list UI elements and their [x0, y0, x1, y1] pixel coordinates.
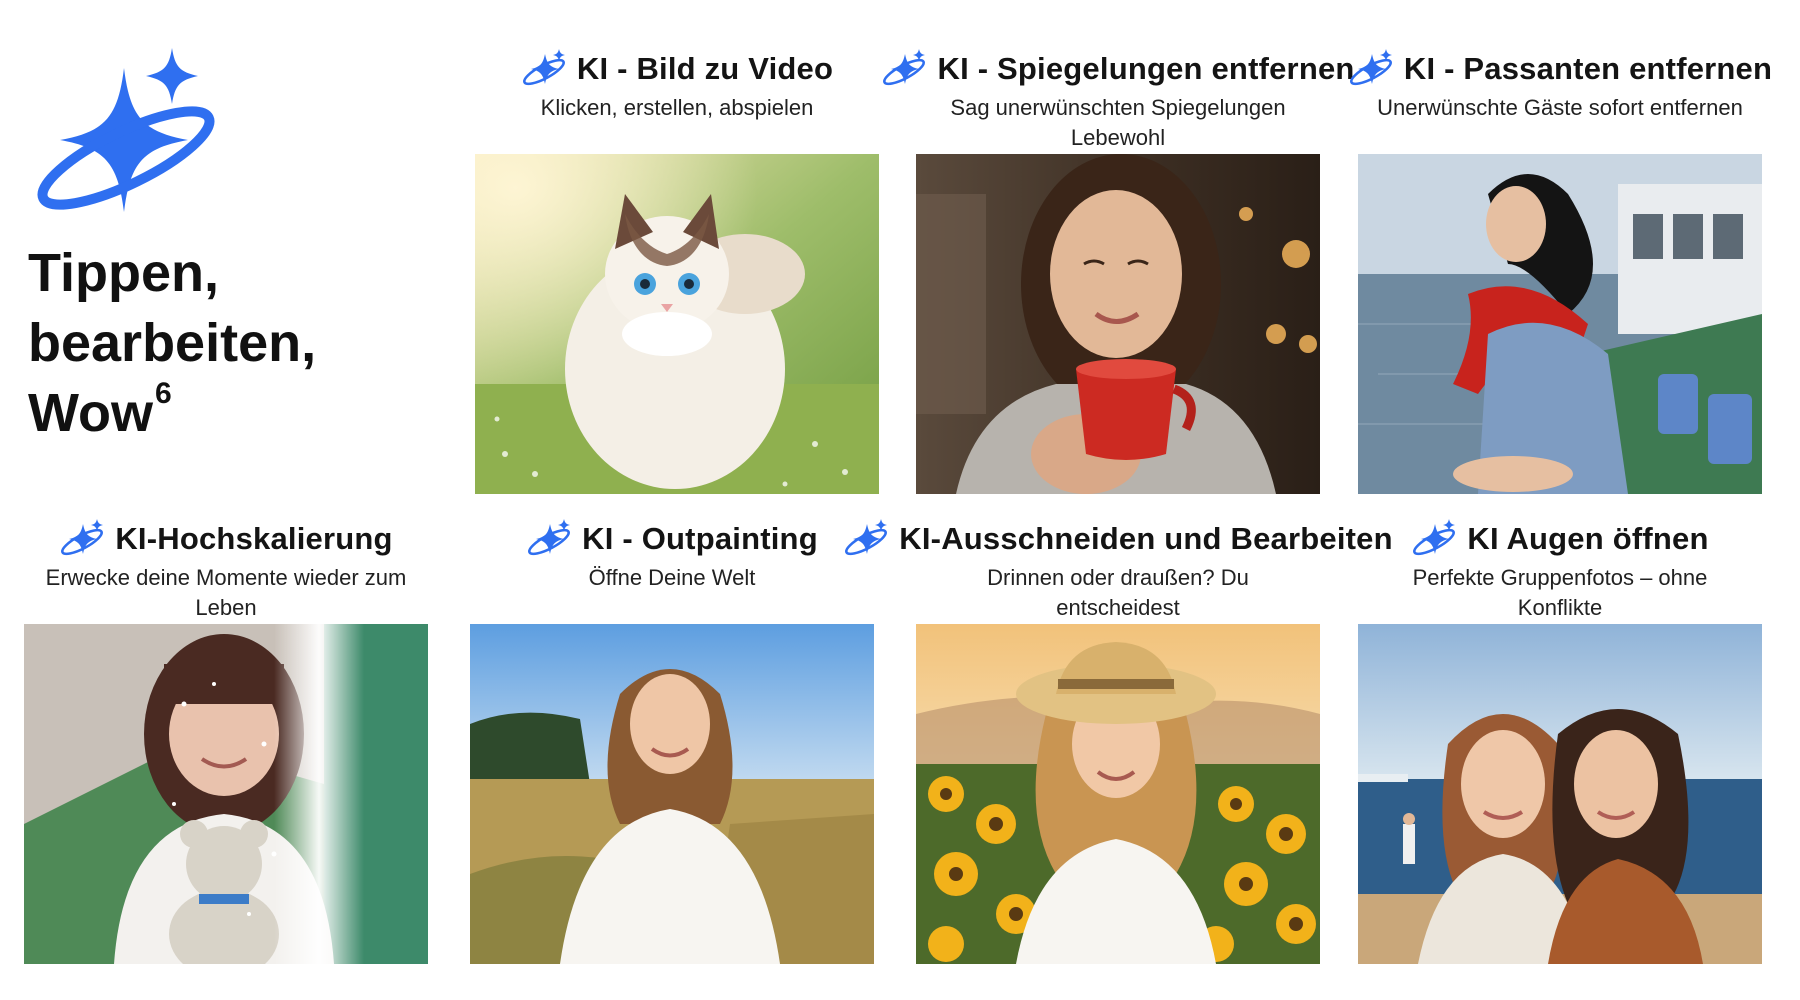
feature-card-image-to-video[interactable]: KI - Bild zu Video Klicken, erstellen, a… [475, 47, 879, 494]
ai-sparkle-orbit-icon [37, 48, 215, 212]
feature-card-outpainting[interactable]: KI - Outpainting Öffne Deine Welt [470, 517, 874, 964]
feature-header: KI - Passanten entfernen [1358, 47, 1772, 91]
feature-header: KI - Bild zu Video [475, 47, 879, 91]
feature-header: KI-Ausschneiden und Bearbeiten [916, 517, 1393, 561]
woman-in-field-photo [470, 624, 874, 964]
feature-subtitle: Sag unerwünschten Spiegelungen Lebewohl [950, 95, 1286, 150]
title-line-1: Tippen, [28, 243, 220, 303]
two-women-at-beach-photo [1358, 624, 1762, 964]
feature-title: KI - Passanten entfernen [1403, 51, 1773, 86]
title-line-2: bearbeiten, [28, 313, 317, 373]
feature-subtitle: Perfekte Gruppenfotos – ohne Konflikte [1412, 565, 1708, 620]
feature-header: KI - Outpainting [470, 517, 874, 561]
feature-card-remove-reflections[interactable]: KI - Spiegelungen entfernen Sag unerwüns… [916, 47, 1354, 494]
ai-sparkle-icon [521, 47, 571, 91]
page-title: Tippen, bearbeiten, Wow6 [28, 238, 316, 448]
feature-card-upscaling[interactable]: KI-Hochskalierung Erwecke deine Momente … [24, 517, 428, 964]
ai-sparkle-icon [1411, 517, 1461, 561]
feature-subtitle: Klicken, erstellen, abspielen [540, 95, 814, 120]
feature-title: KI-Ausschneiden und Bearbeiten [899, 521, 1393, 556]
woman-with-red-cup-photo [916, 154, 1320, 494]
ai-sparkle-icon [526, 517, 576, 561]
feature-subtitle: Erwecke deine Momente wieder zum Leben [45, 565, 407, 620]
feature-header: KI-Hochskalierung [24, 517, 428, 561]
feature-title: KI - Spiegelungen entfernen [937, 51, 1355, 86]
feature-card-cutout-and-edit[interactable]: KI-Ausschneiden und Bearbeiten Drinnen o… [916, 517, 1393, 964]
feature-card-open-eyes[interactable]: KI Augen öffnen Perfekte Gruppenfotos – … [1358, 517, 1762, 964]
cat-in-meadow-photo [475, 154, 879, 494]
feature-header: KI - Spiegelungen entfernen [916, 47, 1354, 91]
feature-title: KI - Bild zu Video [576, 51, 834, 86]
ai-sparkle-icon [881, 47, 931, 91]
girl-in-sunflower-field-photo [916, 624, 1320, 964]
footnote-mark: 6 [154, 377, 172, 410]
woman-on-ferry-deck-photo [1358, 154, 1762, 494]
ai-sparkle-icon [843, 517, 893, 561]
feature-title: KI - Outpainting [582, 521, 818, 556]
feature-title: KI Augen öffnen [1467, 521, 1709, 556]
title-wow: Wow [28, 383, 153, 443]
feature-subtitle: Drinnen oder draußen? Du entscheidest [987, 565, 1249, 620]
feature-card-remove-passersby[interactable]: KI - Passanten entfernen Unerwünschte Gä… [1358, 47, 1772, 494]
feature-subtitle: Öffne Deine Welt [588, 565, 756, 590]
ai-sparkle-icon [59, 517, 109, 561]
title-line-3: Wow6 [28, 377, 316, 448]
feature-title: KI-Hochskalierung [115, 521, 393, 556]
feature-header: KI Augen öffnen [1358, 517, 1762, 561]
girl-with-teddy-bear-photo [24, 624, 428, 964]
ai-sparkle-icon [1348, 47, 1398, 91]
feature-subtitle: Unerwünschte Gäste sofort entfernen [1377, 95, 1743, 120]
